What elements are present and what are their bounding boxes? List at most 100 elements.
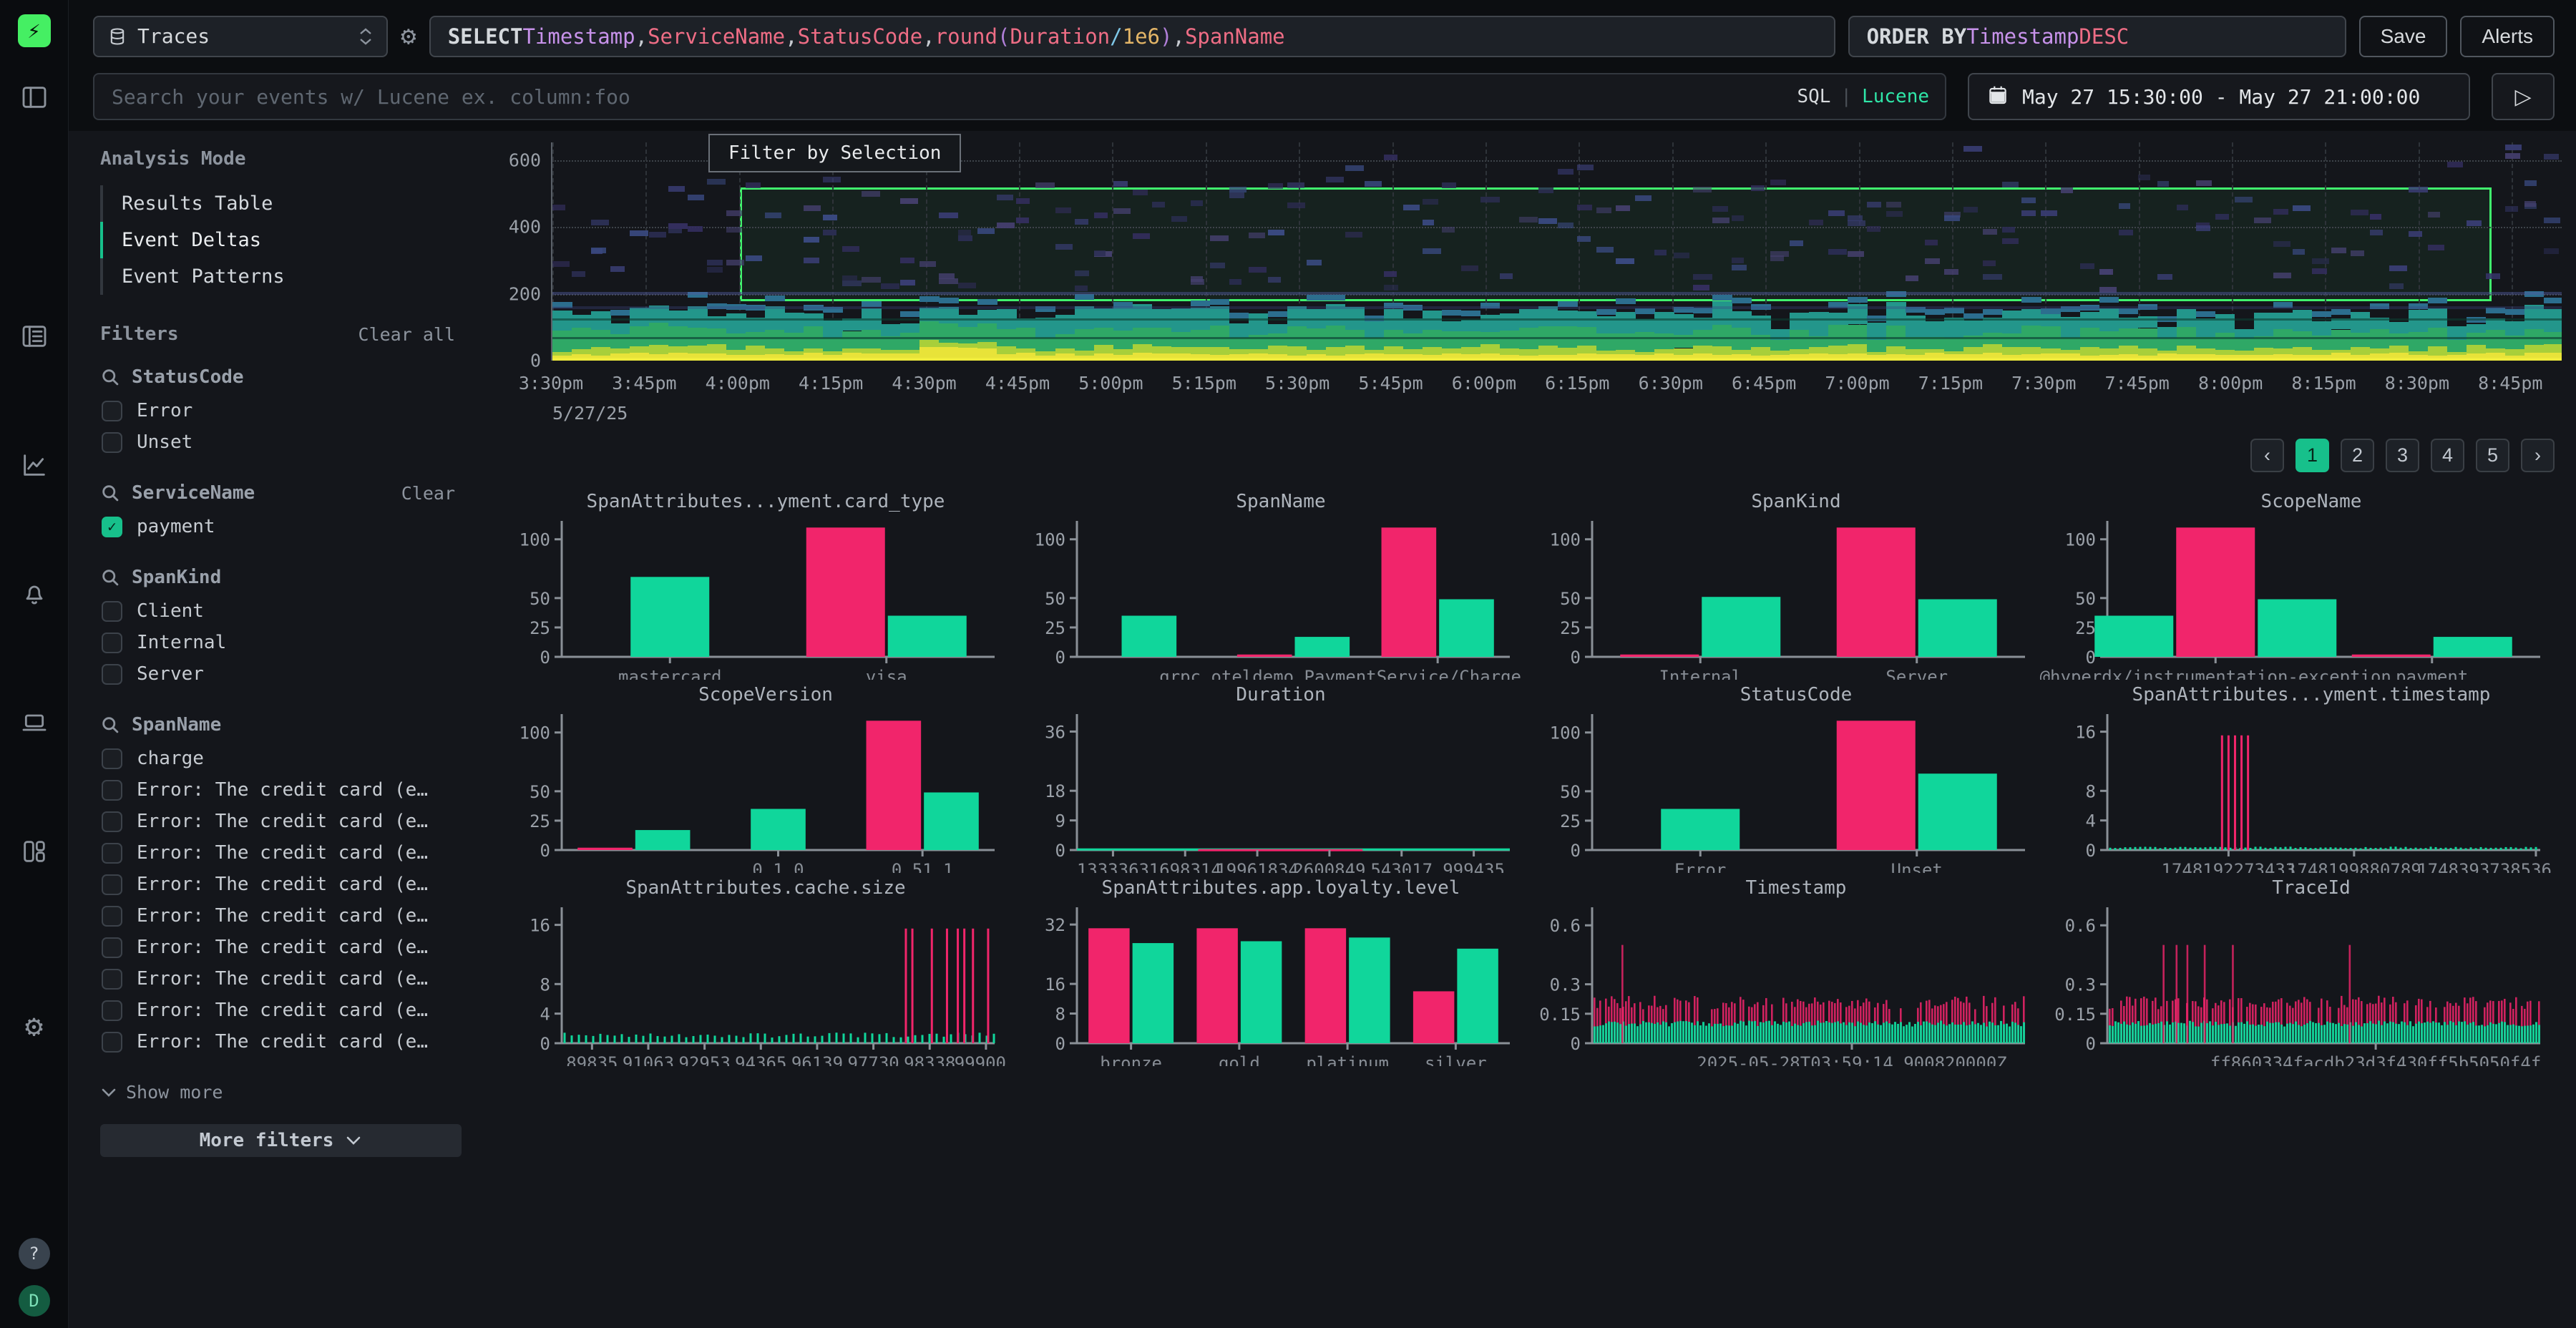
svg-text:2025-05-28T03:59:14.900820000Z: 2025-05-28T03:59:14.900820000Z <box>1697 1053 2006 1066</box>
filter-option[interactable]: Error: The credit card (end… <box>100 963 458 995</box>
query-token: Duration <box>1010 24 1110 49</box>
checkbox[interactable] <box>102 906 122 927</box>
delta-chart: Timestamp00.150.30.62025-05-28T03:59:14.… <box>1524 873 2039 1066</box>
show-more-link[interactable]: Show more <box>100 1082 458 1103</box>
lucene-toggle[interactable]: Lucene <box>1862 86 1929 107</box>
checkbox[interactable] <box>102 517 122 537</box>
date-range-picker[interactable]: May 27 15:30:00 - May 27 21:00:00 <box>1968 73 2470 120</box>
filter-option[interactable]: Unset <box>100 426 458 458</box>
chart-plot[interactable]: 0481689835910639295394365961399773098338… <box>494 900 1009 1066</box>
filter-option[interactable]: Error: The credit card (end… <box>100 837 458 869</box>
delta-chart: Duration09183613333631698314199618342600… <box>1009 680 1524 873</box>
page-button-4[interactable]: 4 <box>2431 439 2464 472</box>
filter-option[interactable]: charge <box>100 743 458 774</box>
filter-option[interactable]: Server <box>100 658 458 690</box>
event-stream-icon[interactable] <box>19 321 50 352</box>
timeline-x-tick: 4:45pm <box>985 373 1050 394</box>
filter-groups: StatusCodeErrorUnsetServiceNameClearpaym… <box>100 366 458 1058</box>
filter-option-label: Error: The credit card (end… <box>137 874 437 895</box>
select-query-input[interactable]: SELECT Timestamp,ServiceName,StatusCode,… <box>429 16 1835 57</box>
checkbox[interactable] <box>102 664 122 685</box>
chart-plot[interactable]: 02550100@hyperdx/instrumentation-excepti… <box>2039 514 2555 680</box>
chart-title: SpanAttributes.cache.size <box>537 877 995 899</box>
checkbox[interactable] <box>102 601 122 622</box>
dashboards-icon[interactable] <box>19 836 50 867</box>
analysis-mode-item-event-patterns[interactable]: Event Patterns <box>100 258 458 295</box>
order-by-input[interactable]: ORDER BY Timestamp DESC <box>1848 16 2346 57</box>
timeline-x-tick: 8:15pm <box>2291 373 2356 394</box>
delta-chart: SpanKind02550100InternalServer <box>1524 487 2039 680</box>
checkbox[interactable] <box>102 969 122 990</box>
analysis-mode-item-event-deltas[interactable]: Event Deltas <box>100 222 458 258</box>
filter-option[interactable]: Error: The credit card (end… <box>100 869 458 900</box>
search-input[interactable] <box>94 85 1945 109</box>
hyperdx-logo-icon[interactable]: ⚡ <box>18 14 51 47</box>
filter-option[interactable]: Error: The credit card (end… <box>100 932 458 963</box>
checkbox[interactable] <box>102 401 122 421</box>
chart-plot[interactable]: 081632bronzegoldplatinumsilver <box>1009 900 1524 1066</box>
prev-page-button[interactable]: ‹ <box>2250 439 2284 472</box>
page-button-3[interactable]: 3 <box>2386 439 2419 472</box>
source-selector[interactable]: Traces <box>93 16 388 57</box>
settings-gear-icon[interactable]: ⚙ <box>19 1010 50 1042</box>
user-avatar[interactable]: D <box>19 1285 50 1317</box>
checkbox[interactable] <box>102 432 122 453</box>
filter-by-selection-tooltip[interactable]: Filter by Selection <box>708 134 961 172</box>
page-button-2[interactable]: 2 <box>2341 439 2374 472</box>
svg-text:25: 25 <box>1045 618 1065 638</box>
filter-option[interactable]: Error <box>100 395 458 426</box>
checkbox[interactable] <box>102 633 122 653</box>
filter-option[interactable]: Error: The credit card (end… <box>100 774 458 806</box>
filter-option[interactable]: Error: The credit card (end… <box>100 806 458 837</box>
next-page-button[interactable]: › <box>2521 439 2555 472</box>
filter-option[interactable]: Error: The credit card (end… <box>100 900 458 932</box>
chart-plot[interactable]: 02550100InternalServer <box>1524 514 2039 680</box>
filter-option[interactable]: Error: The credit card (end… <box>100 995 458 1026</box>
sidebar-toggle-icon[interactable] <box>19 82 50 113</box>
checkbox[interactable] <box>102 811 122 832</box>
checkbox[interactable] <box>102 843 122 864</box>
sessions-laptop-icon[interactable] <box>19 707 50 738</box>
source-settings-gear-icon[interactable]: ⚙ <box>401 21 416 51</box>
chart-plot[interactable]: 02550100ErrorUnset <box>1524 707 2039 873</box>
chart-plot[interactable]: 025501000.1.00.51.1 <box>494 707 1009 873</box>
page-button-1[interactable]: 1 <box>2296 439 2329 472</box>
svg-text:ff860334facdb23d3f430ff5b5050f: ff860334facdb23d3f430ff5b5050f4f <box>2210 1053 2541 1066</box>
filter-option[interactable]: payment <box>100 511 458 542</box>
filter-clear-link[interactable]: Clear <box>401 483 455 504</box>
checkbox[interactable] <box>102 874 122 895</box>
analysis-mode-item-results-table[interactable]: Results Table <box>100 185 458 222</box>
svg-text:9: 9 <box>1055 811 1065 831</box>
save-button[interactable]: Save <box>2359 16 2448 57</box>
help-button[interactable]: ? <box>19 1238 50 1269</box>
filter-option[interactable]: Error: The credit card (end… <box>100 1026 458 1058</box>
chart-plot[interactable]: 0918361333363169831419961834260084954301… <box>1009 707 1524 873</box>
alerts-bell-icon[interactable] <box>19 578 50 610</box>
filter-option[interactable]: Client <box>100 595 458 627</box>
chart-plot[interactable]: 02550100mastercardvisa <box>494 514 1009 680</box>
chart-explorer-icon[interactable] <box>19 449 50 481</box>
checkbox[interactable] <box>102 1000 122 1021</box>
chart-plot[interactable]: 0481617481922734331748199880789174839373… <box>2039 707 2555 873</box>
run-query-button[interactable]: ▷ <box>2492 73 2555 120</box>
timeline-heatmap-plot[interactable] <box>551 142 2562 361</box>
more-filters-button[interactable]: More filters <box>100 1124 462 1157</box>
clear-all-link[interactable]: Clear all <box>358 324 455 345</box>
filter-option[interactable]: Internal <box>100 627 458 658</box>
checkbox[interactable] <box>102 748 122 769</box>
chart-plot[interactable]: 02550100grpc.oteldemo.PaymentService/Cha… <box>1009 514 1524 680</box>
timeline-x-tick: 6:00pm <box>1452 373 1516 394</box>
checkbox[interactable] <box>102 937 122 958</box>
page-button-5[interactable]: 5 <box>2476 439 2509 472</box>
alerts-button[interactable]: Alerts <box>2460 16 2555 57</box>
svg-text:100: 100 <box>519 723 550 743</box>
sql-toggle[interactable]: SQL <box>1797 86 1830 107</box>
chart-plot[interactable]: 00.150.30.6ff860334facdb23d3f430ff5b5050… <box>2039 900 2555 1066</box>
chart-plot[interactable]: 00.150.30.62025-05-28T03:59:14.900820000… <box>1524 900 2039 1066</box>
timeline-x-tick: 7:00pm <box>1825 373 1889 394</box>
svg-text:Unset: Unset <box>1891 860 1943 873</box>
checkbox[interactable] <box>102 1032 122 1053</box>
filter-option-label: Unset <box>137 431 192 453</box>
checkbox[interactable] <box>102 780 122 801</box>
timeline-x-tick: 5:15pm <box>1172 373 1236 394</box>
